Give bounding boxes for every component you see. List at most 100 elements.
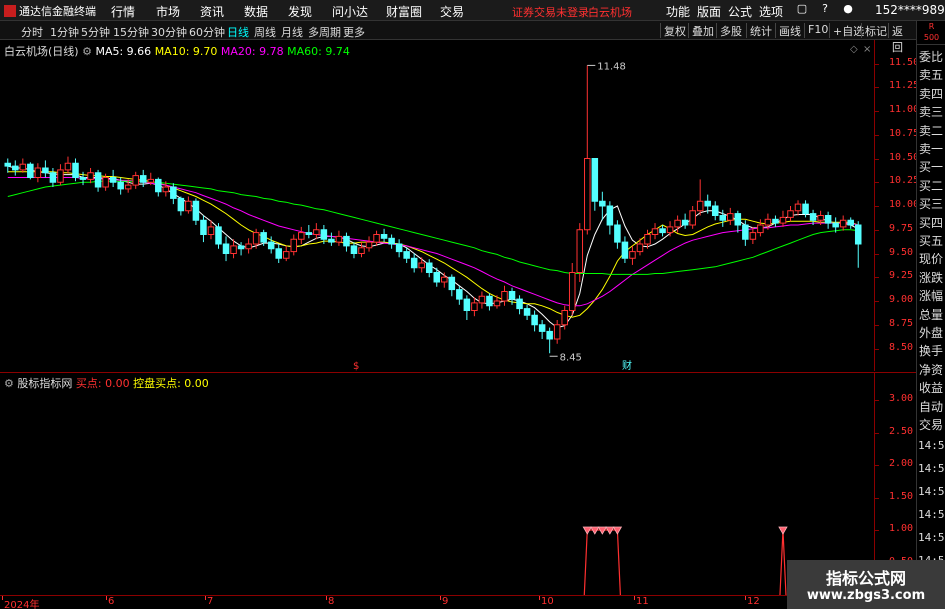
candle-body [576,229,584,273]
menu-market[interactable]: 市场 [156,3,180,20]
candle-body [471,302,478,311]
candle-body [809,213,817,221]
menu-trade[interactable]: 交易 [440,3,464,20]
close-icon[interactable]: × [863,44,871,55]
menu-news[interactable]: 资讯 [200,3,224,20]
login-status[interactable]: 证券交易未登录 [512,4,589,20]
trade-time: 14:56 [918,508,945,521]
period-more[interactable]: 更多 [343,24,365,40]
overlay-button[interactable]: 叠加 [688,23,717,38]
menu-data[interactable]: 数据 [244,3,268,20]
current-stock-name: 白云机场 [588,6,632,19]
stats-button[interactable]: 统计 [746,23,775,38]
period-intraday[interactable]: 分时 [21,24,43,40]
menu-quotes[interactable]: 行情 [111,3,135,20]
indicator-chart[interactable] [0,372,874,595]
price-tick [875,324,879,326]
candle-body [779,216,787,224]
settings-circle-icon[interactable]: ⚙ [82,45,92,58]
lock-icon[interactable]: ▢ [795,2,809,16]
period-15min[interactable]: 15分钟 [113,24,149,40]
price-tick-label: 9.00 [889,294,914,305]
candle-body [320,229,328,240]
indicator-settings-icon[interactable]: ⚙ [4,377,14,390]
period-daily[interactable]: 日线 [227,24,249,40]
candle-body [42,167,49,174]
trade-time: 14:56 [918,531,945,544]
candle-body [854,224,862,245]
ma10-label: MA10: 9.70 [154,45,218,58]
quote-field-label: 委比 [919,50,944,64]
ma5-line [7,165,859,329]
indicator-tick [875,432,879,434]
event-marker-finance: 财 [622,359,632,371]
date-tick [440,596,441,600]
candle-body [350,245,358,254]
mark-button[interactable]: 标记 [861,23,890,38]
candle-body [508,291,516,300]
price-tick-label: 11.50 [889,56,920,68]
menu-discover[interactable]: 发现 [288,3,312,20]
candle-body [538,324,546,332]
indicator-tick-label: 2.50 [889,425,914,437]
candle-body [584,158,591,231]
price-tick-label: 11.25 [889,80,920,92]
candle-body [478,295,486,304]
candle-body [222,243,230,254]
menu-layout[interactable]: 版面 [697,3,721,20]
candle-body [373,234,380,243]
candle-body [200,219,207,235]
diamond-icon[interactable]: ◇ [850,44,858,55]
menu-ask[interactable]: 问小达 [332,3,368,20]
indicator-tick [875,530,879,531]
candle-body [523,308,531,316]
account-id[interactable]: 152****9892 [875,3,945,17]
back-button[interactable]: 返回 [888,23,916,54]
date-tick [539,596,540,600]
candle-body [847,219,854,226]
period-multi[interactable]: 多周期 [308,24,341,40]
f10-button[interactable]: F10 [804,23,831,38]
period-30min[interactable]: 30分钟 [151,24,187,40]
candle-body [433,272,441,283]
adjust-button[interactable]: 复权 [660,23,689,38]
candle-body [260,232,267,243]
period-1min[interactable]: 1分钟 [50,24,79,40]
candle-body [177,197,185,212]
indicator-info: ⚙ 股标指标网 买点: 0.00 控盘买点: 0.00 [4,375,209,391]
candle-body [636,243,644,253]
candle-body [388,237,395,245]
candle-body [734,213,742,226]
candle-body [644,234,651,245]
menu-wealth-circle[interactable]: 财富圈 [386,3,422,20]
menu-functions[interactable]: 功能 [666,3,690,20]
quote-field-label: 卖四 [919,86,944,101]
period-monthly[interactable]: 月线 [281,24,303,40]
candle-body [832,222,839,228]
control-buy-label: 控盘买点: 0.00 [133,377,209,390]
main-chart-title: 白云机场(日线) [4,45,79,58]
price-tick-label: 10.75 [889,127,920,139]
menu-formula[interactable]: 公式 [728,3,752,20]
price-tick [875,87,879,89]
multi-stock-button[interactable]: 多股 [716,23,745,38]
candle-body [659,228,666,234]
menu-options[interactable]: 选项 [759,3,783,20]
candle-body [343,235,350,247]
candle-body [817,215,824,221]
user-icon[interactable]: ● [841,2,855,16]
help-icon[interactable]: ? [818,2,832,16]
period-60min[interactable]: 60分钟 [189,24,225,40]
period-5min[interactable]: 5分钟 [81,24,110,40]
period-weekly[interactable]: 周线 [254,24,276,40]
candle-body [546,330,553,340]
quote-field-label: 外盘 [919,326,944,340]
candlestick-chart[interactable]: 11.48 8.45 $ 财 [0,40,874,371]
watermark-url: www.zbgs3.com [806,588,926,603]
candle-body [418,262,425,269]
candle-body [298,232,305,240]
indicator-tick-label: 3.00 [889,393,914,404]
draw-button[interactable]: 画线 [775,23,804,38]
ma60-label: MA60: 9.74 [287,45,350,58]
date-tick [326,596,327,600]
